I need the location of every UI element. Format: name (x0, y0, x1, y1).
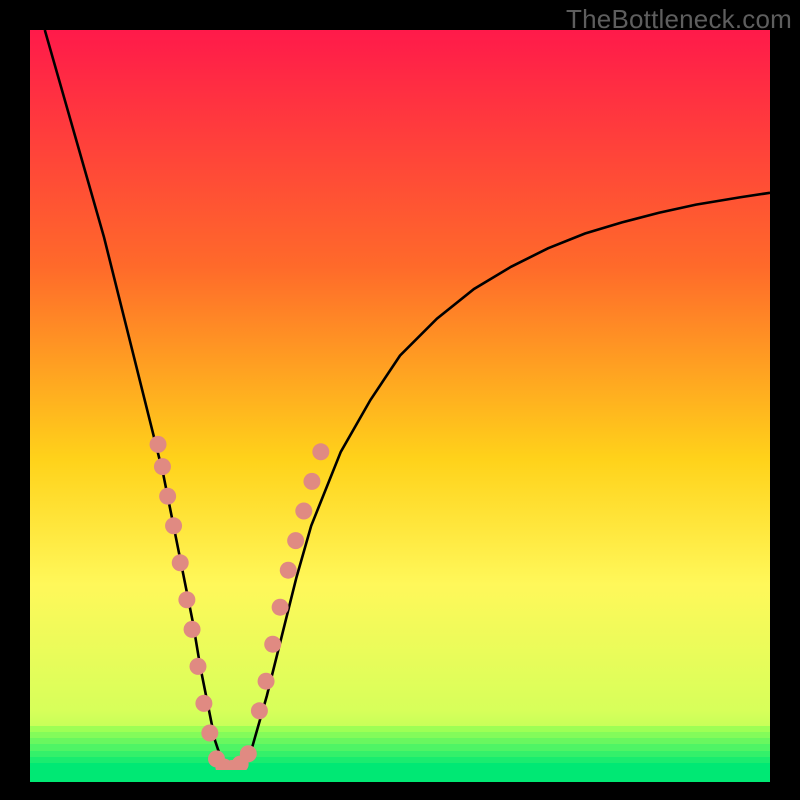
dot-left-arm (201, 725, 218, 742)
curve-layer (30, 30, 770, 770)
dot-right-arm (264, 636, 281, 653)
dot-left-arm (165, 517, 182, 534)
scatter-left-arm (150, 436, 219, 742)
chart-frame: TheBottleneck.com (0, 0, 800, 800)
watermark-text: TheBottleneck.com (566, 4, 792, 35)
dot-right-arm (258, 673, 275, 690)
dot-right-arm (303, 473, 320, 490)
dot-right-arm (312, 443, 329, 460)
scatter-right-arm (251, 443, 329, 719)
dot-right-arm (295, 503, 312, 520)
dot-left-arm (178, 591, 195, 608)
bottleneck-curve (45, 30, 770, 770)
dot-right-arm (272, 599, 289, 616)
dot-left-arm (184, 621, 201, 638)
dot-left-arm (154, 458, 171, 475)
dot-left-arm (195, 695, 212, 712)
dot-left-arm (172, 554, 189, 571)
dot-valley (240, 745, 257, 762)
dot-left-arm (189, 658, 206, 675)
dot-right-arm (251, 702, 268, 719)
scatter-valley (208, 745, 257, 770)
dot-right-arm (287, 532, 304, 549)
dot-left-arm (159, 488, 176, 505)
dot-left-arm (150, 436, 167, 453)
dot-right-arm (280, 562, 297, 579)
